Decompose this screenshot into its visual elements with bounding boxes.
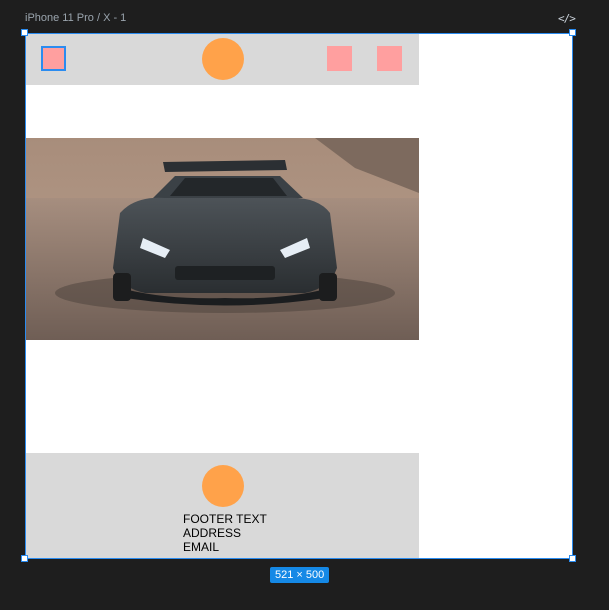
dimensions-badge: 521 × 500	[270, 567, 330, 583]
resize-handle-bottom-left[interactable]	[21, 555, 28, 562]
resize-handle-top-right[interactable]	[569, 29, 576, 36]
footer-logo-circle[interactable]	[202, 465, 244, 507]
footer-line-email: EMAIL	[183, 540, 220, 554]
footer-text-block[interactable]: FOOTER TEXT ADDRESS EMAIL	[183, 512, 267, 554]
design-canvas: iPhone 11 Pro / X - 1 </> FOOTER TEXT AD…	[0, 0, 609, 610]
artboard-frame[interactable]: FOOTER TEXT ADDRESS EMAIL	[25, 33, 573, 559]
frame-label[interactable]: iPhone 11 Pro / X - 1	[25, 12, 126, 24]
header-bar[interactable]	[25, 33, 419, 85]
header-right-square-2[interactable]	[377, 46, 402, 71]
footer-bar[interactable]: FOOTER TEXT ADDRESS EMAIL	[25, 453, 419, 559]
resize-handle-bottom-right[interactable]	[569, 555, 576, 562]
header-left-square[interactable]	[41, 46, 66, 71]
code-icon[interactable]: </>	[558, 12, 576, 25]
header-right-square-1[interactable]	[327, 46, 352, 71]
footer-line-address: ADDRESS	[183, 526, 242, 540]
sports-car-photo	[25, 138, 419, 340]
header-logo-circle[interactable]	[202, 38, 244, 80]
hero-image[interactable]	[25, 138, 419, 340]
footer-line-text: FOOTER TEXT	[183, 512, 267, 526]
resize-handle-top-left[interactable]	[21, 29, 28, 36]
